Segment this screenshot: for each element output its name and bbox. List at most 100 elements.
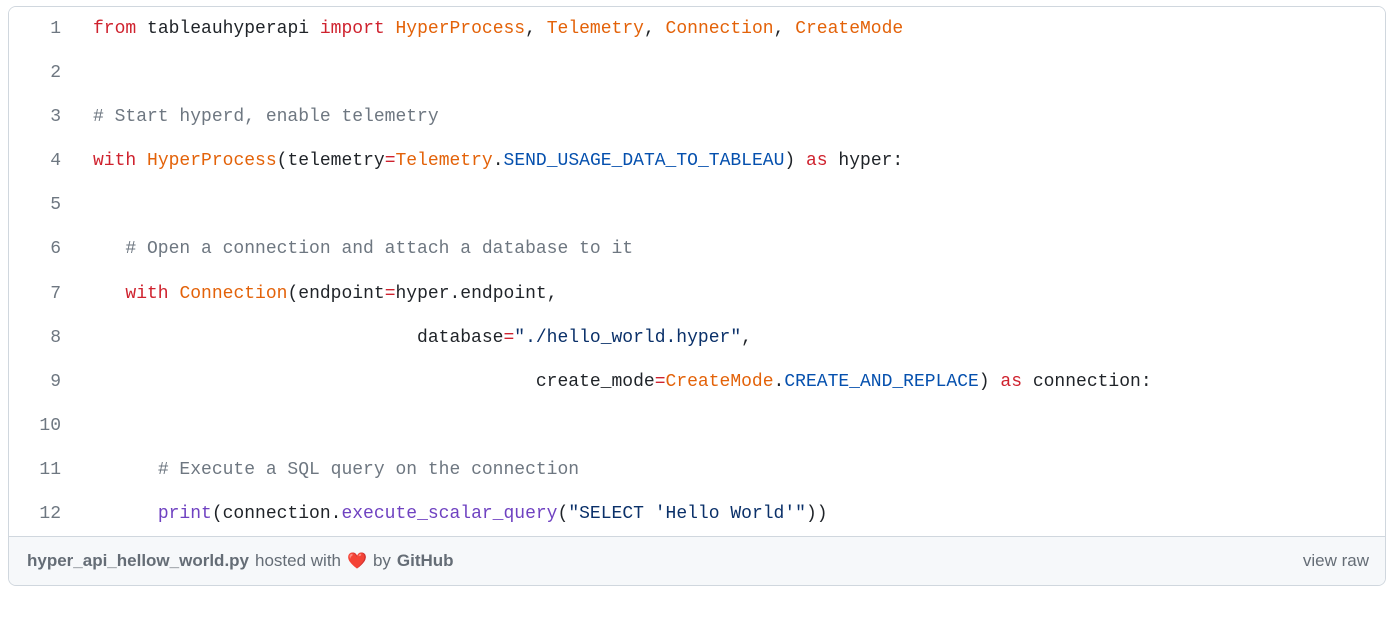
code-line: 4with HyperProcess(telemetry=Telemetry.S… [9,139,1385,183]
code-token: connection: [1022,372,1152,392]
code-token: from [93,19,136,39]
code-token: as [1000,372,1022,392]
code-line: 8 database="./hello_world.hyper", [9,316,1385,360]
line-content: database="./hello_world.hyper", [81,316,1385,360]
code-token: CreateMode [795,19,903,39]
code-token: , [525,19,547,39]
code-token: SEND_USAGE_DATA_TO_TABLEAU [504,151,785,171]
view-raw-link[interactable]: view raw [1303,551,1369,571]
line-number[interactable]: 7 [9,272,81,316]
line-content: with Connection(endpoint=hyper.endpoint, [81,272,1385,316]
code-token: (connection. [212,504,342,524]
code-token [93,239,125,259]
code-line: 10 [9,404,1385,448]
code-token: , [774,19,796,39]
code-token: CreateMode [666,372,774,392]
filename-link[interactable]: hyper_api_hellow_world.py [27,551,249,571]
code-token: = [655,372,666,392]
code-token [385,19,396,39]
line-number[interactable]: 12 [9,492,81,536]
code-token [93,284,125,304]
line-number[interactable]: 4 [9,139,81,183]
code-token [169,284,180,304]
line-content [81,51,1385,95]
code-token: # Execute a SQL query on the connection [158,460,579,480]
code-token: CREATE_AND_REPLACE [784,372,978,392]
code-token: . [493,151,504,171]
line-number[interactable]: 5 [9,183,81,227]
line-content: # Open a connection and attach a databas… [81,227,1385,271]
code-token: Telemetry [547,19,644,39]
code-token: execute_scalar_query [341,504,557,524]
code-line: 7 with Connection(endpoint=hyper.endpoin… [9,272,1385,316]
line-content [81,404,1385,448]
code-line: 3 # Start hyperd, enable telemetry [9,95,1385,139]
code-token: with [93,151,136,171]
code-token: ( [277,151,288,171]
code-token: , [741,328,752,348]
code-token: tableauhyperapi [136,19,320,39]
github-link[interactable]: GitHub [397,551,454,571]
line-number[interactable]: 1 [9,7,81,51]
code-token: ) [784,151,806,171]
code-token: HyperProcess [147,151,277,171]
code-token [93,460,158,480]
line-content: create_mode=CreateMode.CREATE_AND_REPLAC… [81,360,1385,404]
code-token: hyper.endpoint, [396,284,558,304]
code-token: telemetry [287,151,384,171]
code-token: = [385,151,396,171]
code-token: "./hello_world.hyper" [514,328,741,348]
gist-container: 1from tableauhyperapi import HyperProces… [8,6,1386,586]
code-line: 2 [9,51,1385,95]
code-token: . [774,372,785,392]
line-number[interactable]: 6 [9,227,81,271]
code-line: 12 print(connection.execute_scalar_query… [9,492,1385,536]
code-line: 11 # Execute a SQL query on the connecti… [9,448,1385,492]
line-content: from tableauhyperapi import HyperProcess… [81,7,1385,51]
footer-left: hyper_api_hellow_world.py hosted with ❤️… [27,551,454,571]
line-content: # Start hyperd, enable telemetry [81,95,1385,139]
code-token: with [125,284,168,304]
code-area[interactable]: 1from tableauhyperapi import HyperProces… [9,7,1385,536]
line-number[interactable]: 10 [9,404,81,448]
line-number[interactable]: 9 [9,360,81,404]
heart-icon: ❤️ [347,551,367,571]
code-token: Connection [666,19,774,39]
code-token: HyperProcess [395,19,525,39]
code-token: # Start hyperd, enable telemetry [93,107,439,127]
code-token: create_mode [93,372,655,392]
code-token [93,504,158,524]
line-number[interactable]: 3 [9,95,81,139]
code-line: 5 [9,183,1385,227]
code-token: = [385,284,396,304]
code-token: ( [558,504,569,524]
line-number[interactable]: 2 [9,51,81,95]
code-line: 1from tableauhyperapi import HyperProces… [9,7,1385,51]
line-content [81,183,1385,227]
code-token: , [644,19,666,39]
code-token: )) [806,504,828,524]
line-content: with HyperProcess(telemetry=Telemetry.SE… [81,139,1385,183]
code-token: # Open a connection and attach a databas… [125,239,633,259]
code-token: Connection [179,284,287,304]
code-token: ) [979,372,1001,392]
line-content: print(connection.execute_scalar_query("S… [81,492,1385,536]
code-line: 9 create_mode=CreateMode.CREATE_AND_REPL… [9,360,1385,404]
code-token: as [806,151,828,171]
code-token: = [503,328,514,348]
code-token: (endpoint [287,284,384,304]
line-content: # Execute a SQL query on the connection [81,448,1385,492]
gist-footer: hyper_api_hellow_world.py hosted with ❤️… [9,536,1385,585]
by-text: by [373,551,391,571]
code-token: "SELECT 'Hello World'" [568,504,806,524]
code-table: 1from tableauhyperapi import HyperProces… [9,7,1385,536]
code-token: Telemetry [396,151,493,171]
hosted-text: hosted with [255,551,341,571]
code-token: hyper: [828,151,904,171]
code-line: 6 # Open a connection and attach a datab… [9,227,1385,271]
code-token: import [320,19,385,39]
line-number[interactable]: 11 [9,448,81,492]
code-token: database [93,328,503,348]
line-number[interactable]: 8 [9,316,81,360]
code-token [136,151,147,171]
